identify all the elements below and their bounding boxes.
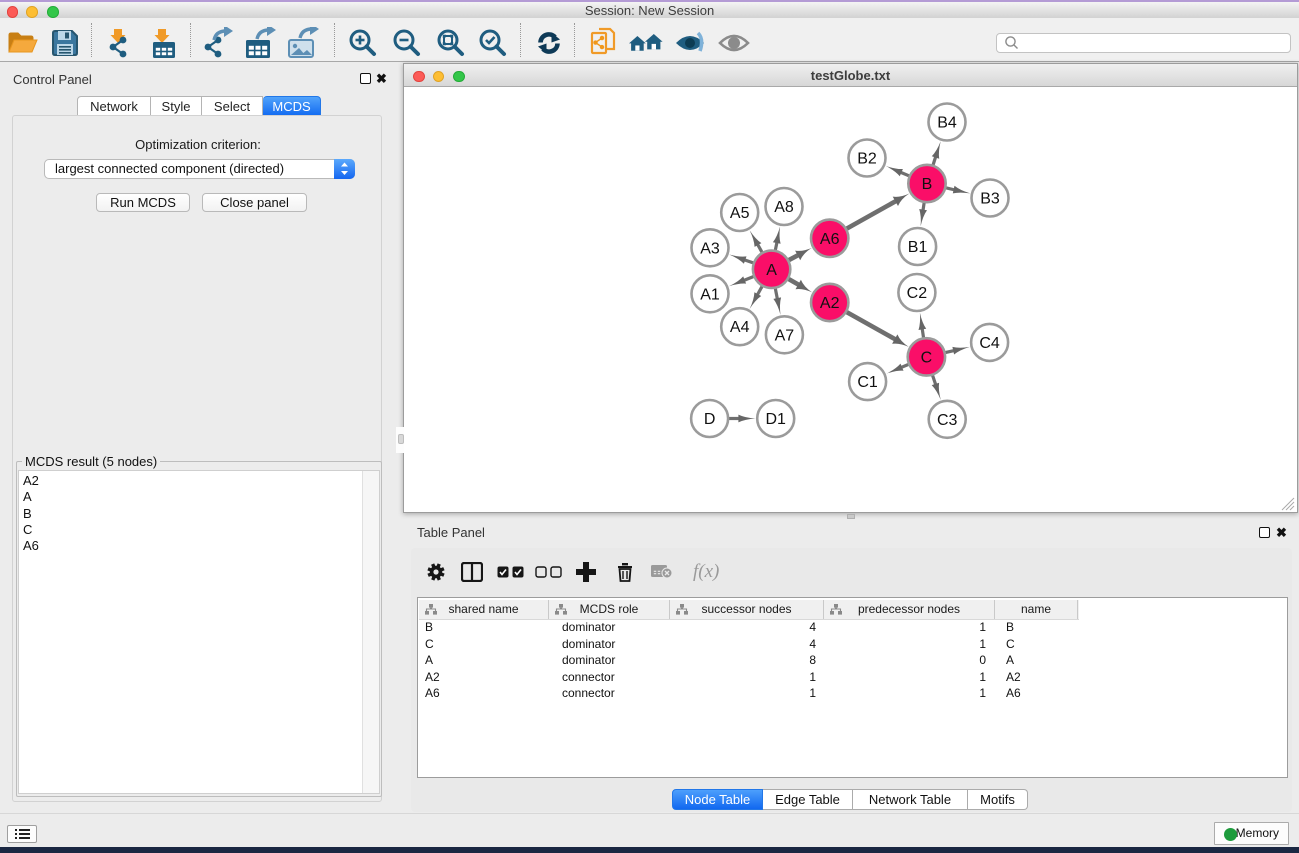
svg-text:C4: C4 xyxy=(979,335,1000,352)
svg-text:A6: A6 xyxy=(820,231,840,248)
svg-text:B4: B4 xyxy=(937,115,957,132)
svg-text:A7: A7 xyxy=(775,327,795,344)
svg-text:D: D xyxy=(704,411,716,428)
svg-text:B3: B3 xyxy=(980,191,1000,208)
svg-text:D1: D1 xyxy=(765,411,786,428)
svg-text:A8: A8 xyxy=(774,199,794,216)
svg-text:A4: A4 xyxy=(730,319,750,336)
svg-text:C3: C3 xyxy=(937,412,958,429)
svg-text:A5: A5 xyxy=(730,205,750,222)
svg-text:B2: B2 xyxy=(857,151,877,168)
svg-text:C: C xyxy=(921,349,933,366)
svg-text:C2: C2 xyxy=(907,285,928,302)
svg-text:A: A xyxy=(766,262,777,279)
svg-text:B: B xyxy=(922,176,933,193)
svg-text:A2: A2 xyxy=(820,295,840,312)
svg-text:A3: A3 xyxy=(700,240,720,257)
svg-text:A1: A1 xyxy=(700,286,720,303)
svg-text:B1: B1 xyxy=(908,239,928,256)
svg-text:C1: C1 xyxy=(857,374,878,391)
